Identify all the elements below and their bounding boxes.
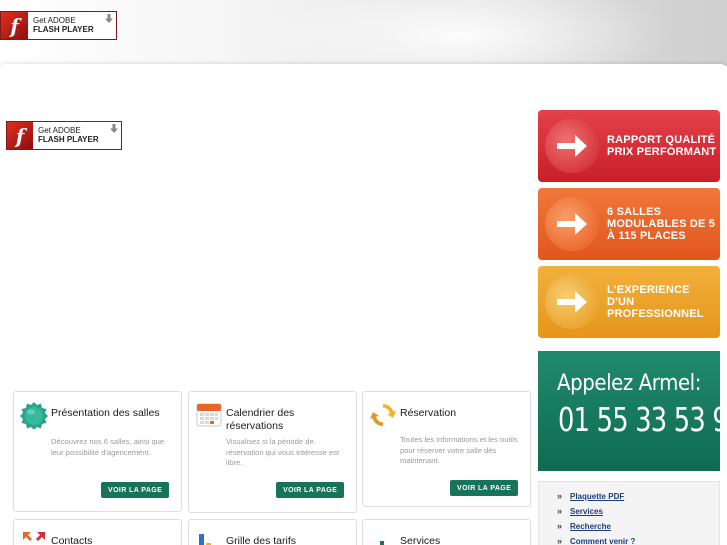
- card-contacts: Contacts: [13, 519, 182, 545]
- card-title: Présentation des salles: [51, 407, 160, 419]
- get-flash-player-badge-top[interactable]: f Get ADOBE FLASH PLAYER: [0, 11, 117, 40]
- download-arrow-icon: [105, 14, 113, 23]
- card-description: Visualisez si la période de réservation …: [226, 437, 340, 467]
- voir-la-page-button[interactable]: VOIR LA PAGE: [450, 480, 519, 496]
- card-title: Réservation: [400, 407, 457, 419]
- card-reservation: Réservation Toutes les informations et l…: [362, 391, 531, 507]
- card-description: Découvrez nos 6 salles, ainsi que leur p…: [51, 437, 165, 457]
- link-recherche[interactable]: Recherche: [557, 521, 719, 531]
- download-arrow-icon: [110, 124, 118, 133]
- promo-banner-rooms[interactable]: 6 SALLES MODULABLES DE 5 à 115 PLACES: [538, 188, 720, 260]
- flash-badge-line2: FLASH PLAYER: [33, 24, 94, 34]
- arrows-icon: [23, 532, 45, 541]
- flash-badge-line2: FLASH PLAYER: [38, 134, 99, 144]
- promo-text: 6 SALLES MODULABLES DE 5 à 115 PLACES: [607, 206, 716, 242]
- card-description: Toutes les informations et les outils po…: [400, 435, 518, 465]
- phone-number[interactable]: 01 55 33 53 94: [558, 400, 727, 439]
- promo-text: L'EXPERIENCE D'UN PROFESSIONNEL: [607, 284, 704, 320]
- phone-contact-box: Appelez Armel: 01 55 33 53 94: [538, 351, 727, 471]
- badge-icon: [20, 402, 48, 429]
- flash-icon: f: [7, 122, 33, 149]
- card-grille-tarifs: Grille des tarifs: [188, 519, 357, 545]
- services-icon: [380, 541, 384, 545]
- quick-links-box: Plaquette PDF Services Recherche Comment…: [538, 481, 720, 545]
- card-title: Calendrier des réservations: [226, 407, 295, 432]
- phone-title: Appelez Armel:: [557, 371, 701, 396]
- card-title: Services: [400, 535, 441, 545]
- card-services: Services: [362, 519, 531, 545]
- calendar-icon: [196, 403, 222, 427]
- arrow-right-icon: [545, 119, 599, 173]
- get-flash-player-badge[interactable]: f Get ADOBE FLASH PLAYER: [6, 121, 122, 150]
- bar-chart-icon: [199, 534, 211, 545]
- flash-icon: f: [1, 12, 28, 39]
- promo-banner-price[interactable]: RAPPORT QUALITÉ PRIX PERFORMANT: [538, 110, 720, 182]
- promo-banner-experience[interactable]: L'EXPERIENCE D'UN PROFESSIONNEL: [538, 266, 720, 338]
- link-comment-venir[interactable]: Comment venir ?: [557, 536, 719, 545]
- card-calendrier-reservations: Calendrier des réservations Visualisez s…: [188, 391, 357, 513]
- card-title: Contacts: [51, 535, 93, 545]
- voir-la-page-button[interactable]: VOIR LA PAGE: [101, 482, 170, 498]
- card-title: Grille des tarifs: [226, 535, 297, 545]
- arrow-right-icon: [545, 275, 599, 329]
- link-plaquette-pdf[interactable]: Plaquette PDF: [557, 491, 719, 501]
- voir-la-page-button[interactable]: VOIR LA PAGE: [276, 482, 345, 498]
- card-presentation-salles: Présentation des salles Découvrez nos 6 …: [13, 391, 182, 512]
- refresh-icon: [370, 404, 396, 426]
- arrow-right-icon: [545, 197, 599, 251]
- link-services[interactable]: Services: [557, 506, 719, 516]
- promo-text: RAPPORT QUALITÉ PRIX PERFORMANT: [607, 134, 717, 158]
